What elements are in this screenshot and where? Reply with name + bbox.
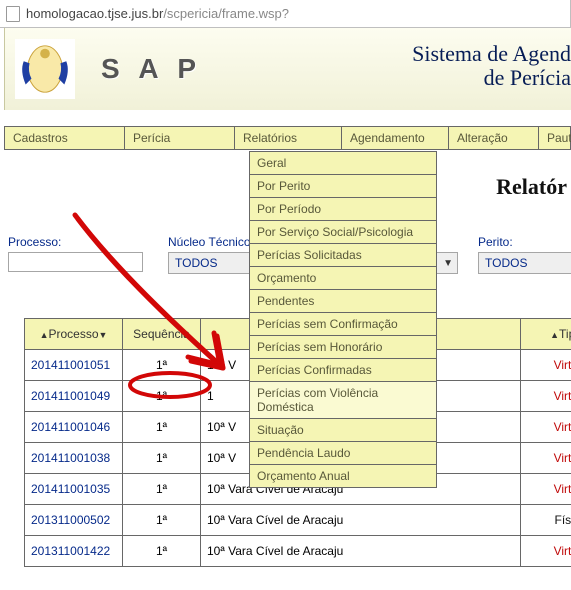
- cell-processo: 201311000502: [25, 505, 123, 536]
- cell-processo: 201411001049: [25, 381, 123, 412]
- processo-link[interactable]: 201411001051: [31, 358, 110, 372]
- processo-link[interactable]: 201311000502: [31, 513, 110, 527]
- processo-link[interactable]: 201411001049: [31, 389, 110, 403]
- processo-link[interactable]: 201411001046: [31, 420, 110, 434]
- dd-geral[interactable]: Geral: [250, 152, 436, 175]
- cell-processo: 201411001038: [25, 443, 123, 474]
- cell-processo: 201411001046: [25, 412, 123, 443]
- processo-link[interactable]: 201311001422: [31, 544, 110, 558]
- processo-input[interactable]: [8, 252, 143, 272]
- dd-pericias-solicitadas[interactable]: Perícias Solicitadas: [250, 244, 436, 267]
- col-processo[interactable]: ▲Processo▼: [25, 319, 123, 350]
- cell-processo: 201411001035: [25, 474, 123, 505]
- dd-sem-honorario[interactable]: Perícias sem Honorário: [250, 336, 436, 359]
- main-menubar: Cadastros Perícia Relatórios Agendamento…: [4, 126, 571, 150]
- processo-link[interactable]: 201411001035: [31, 482, 110, 496]
- page-title: Relatór: [496, 174, 567, 200]
- cell-processo: 201311001422: [25, 536, 123, 567]
- table-row: 201311000502 1ª10ª Vara Cível de AracajuF…: [25, 505, 571, 536]
- col-processo-label: Processo: [48, 327, 98, 341]
- menu-relatorios[interactable]: Relatórios: [235, 127, 342, 150]
- dd-pendentes[interactable]: Pendentes: [250, 290, 436, 313]
- cell-tipo: Virtual: [521, 536, 571, 567]
- cell-sequencia: 1ª: [123, 474, 201, 505]
- menu-cadastros[interactable]: Cadastros: [5, 127, 125, 150]
- cell-tipo: Virtual: [521, 474, 571, 505]
- cell-sequencia: 1ª: [123, 536, 201, 567]
- cell-sequencia: 1ª: [123, 505, 201, 536]
- cell-sequencia: 1ª: [123, 350, 201, 381]
- dd-servico-social[interactable]: Por Serviço Social/Psicologia: [250, 221, 436, 244]
- address-bar: homologacao.tjse.jus.br/scpericia/frame.…: [0, 0, 571, 28]
- app-banner: S A P Sistema de Agend de Perícia: [4, 28, 571, 110]
- dd-sem-confirmacao[interactable]: Perícias sem Confirmação: [250, 313, 436, 336]
- dd-violencia-domestica[interactable]: Perícias com Violência Doméstica: [250, 382, 436, 419]
- table-row: 201311001422 1ª10ª Vara Cível de AracajuV…: [25, 536, 571, 567]
- dd-pendencia-laudo[interactable]: Pendência Laudo: [250, 442, 436, 465]
- cell-tipo: Físico: [521, 505, 571, 536]
- app-brand-full: Sistema de Agend de Perícia: [412, 42, 571, 90]
- col-tipo[interactable]: ▲Tipo▼: [521, 319, 571, 350]
- app-logo: [15, 39, 75, 99]
- page-icon: [6, 6, 20, 22]
- sort-desc-icon: ▼: [99, 330, 108, 340]
- chevron-down-icon: ▼: [443, 258, 453, 269]
- dd-orcamento-anual[interactable]: Orçamento Anual: [250, 465, 436, 488]
- menu-pauta[interactable]: Pauta: [539, 127, 571, 150]
- nucleo-value: TODOS: [175, 256, 217, 270]
- cell-sequencia: 1ª: [123, 381, 201, 412]
- col-sequencia[interactable]: Sequência: [123, 319, 201, 350]
- cell-tipo: Virtual: [521, 381, 571, 412]
- app-brand-abbrev: S A P: [101, 53, 202, 85]
- cell-vara: 10ª Vara Cível de Aracaju: [201, 505, 521, 536]
- relatorios-dropdown: Geral Por Perito Por Período Por Serviço…: [249, 151, 437, 488]
- dd-confirmadas[interactable]: Perícias Confirmadas: [250, 359, 436, 382]
- cell-tipo: Virtual: [521, 412, 571, 443]
- sort-asc-icon: ▲: [550, 330, 559, 340]
- dd-orcamento[interactable]: Orçamento: [250, 267, 436, 290]
- dd-por-periodo[interactable]: Por Período: [250, 198, 436, 221]
- dd-por-perito[interactable]: Por Perito: [250, 175, 436, 198]
- menu-agendamento[interactable]: Agendamento: [342, 127, 449, 150]
- perito-label: Perito:: [478, 235, 571, 249]
- perito-value: TODOS: [485, 256, 527, 270]
- menu-alteracao[interactable]: Alteração: [449, 127, 539, 150]
- dd-situacao[interactable]: Situação: [250, 419, 436, 442]
- url-path: /scpericia/frame.wsp?: [163, 6, 289, 21]
- url-host: homologacao.tjse.jus.br: [26, 6, 163, 21]
- cell-tipo: Virtual: [521, 443, 571, 474]
- processo-link[interactable]: 201411001038: [31, 451, 110, 465]
- perito-select[interactable]: TODOS: [478, 252, 571, 274]
- cell-tipo: Virtual: [521, 350, 571, 381]
- brand-line-2: de Perícia: [484, 65, 571, 90]
- cell-vara: 10ª Vara Cível de Aracaju: [201, 536, 521, 567]
- cell-sequencia: 1ª: [123, 443, 201, 474]
- cell-sequencia: 1ª: [123, 412, 201, 443]
- col-tipo-label: Tipo: [559, 327, 571, 341]
- cell-processo: 201411001051: [25, 350, 123, 381]
- menu-pericia[interactable]: Perícia: [125, 127, 235, 150]
- processo-label: Processo:: [8, 235, 158, 249]
- brand-line-1: Sistema de Agend: [412, 41, 571, 66]
